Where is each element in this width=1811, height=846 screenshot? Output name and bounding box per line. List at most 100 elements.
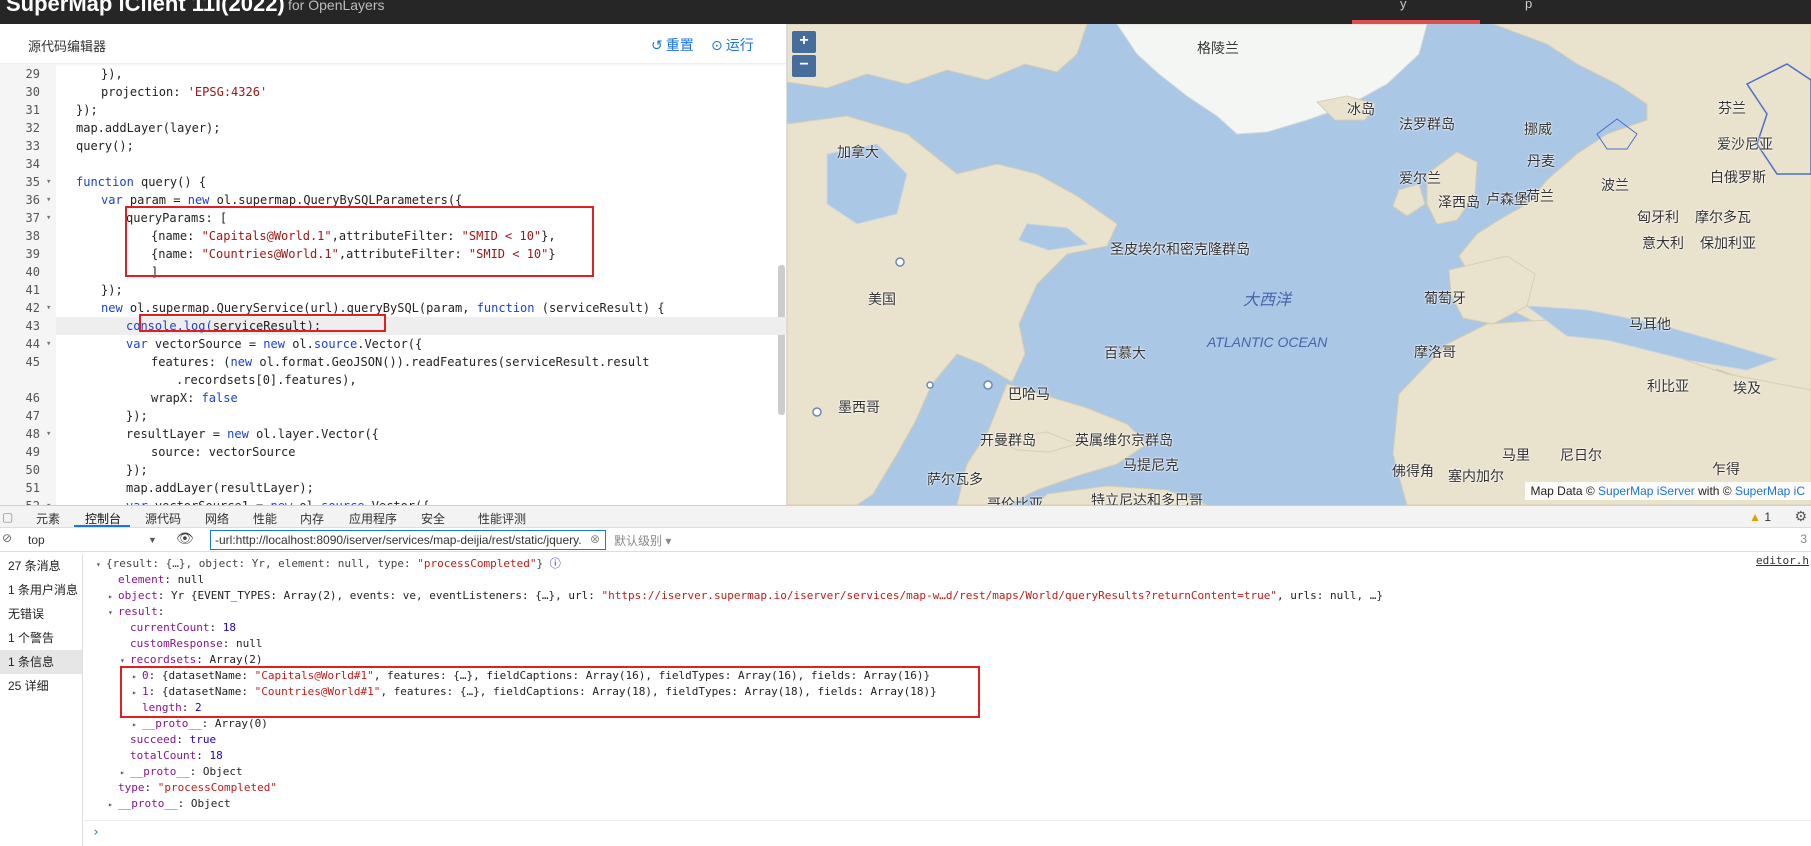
code-text: function query() {: [68, 173, 206, 191]
console-filter-item[interactable]: 无错误: [0, 602, 82, 626]
header-tab-active[interactable]: y: [1400, 0, 1407, 11]
app-subtitle: for OpenLayers: [288, 0, 385, 13]
clear-filter-icon[interactable]: ⊗: [590, 532, 600, 546]
code-text: var vectorSource = new ol.source.Vector(…: [68, 335, 422, 353]
console-filter-item[interactable]: 27 条消息: [0, 554, 82, 578]
header-tab[interactable]: p: [1525, 0, 1532, 11]
eye-icon[interactable]: 👁: [176, 530, 194, 547]
code-line: 42▾new ol.supermap.QueryService(url).que…: [0, 299, 787, 317]
devtools-tabbar: ▢ 元素 控制台 源代码 网络 性能 内存 应用程序 安全 性能评测 ▲ 1 ⚙: [0, 506, 1811, 528]
console-line[interactable]: ▾{result: {…}, object: Yr, element: null…: [84, 556, 1811, 572]
console-line[interactable]: element: null: [84, 572, 1811, 588]
tab-memory[interactable]: 内存: [300, 510, 324, 527]
console-filter-item[interactable]: 25 详细: [0, 674, 82, 698]
map-label-colombia: 哥伦比亚: [987, 494, 1043, 505]
map-view[interactable]: + − 大西洋 ATLANTIC OCEAN Map Data © SuperM…: [787, 24, 1811, 505]
inspect-icon[interactable]: ▢: [2, 510, 13, 524]
code-line: 34: [0, 155, 787, 173]
console-line[interactable]: ▸__proto__: Array(0): [84, 716, 1811, 732]
fold-toggle-icon[interactable]: ▾: [46, 299, 56, 317]
line-number: 32: [0, 119, 56, 137]
code-line: 44▾var vectorSource = new ol.source.Vect…: [0, 335, 787, 353]
map-label-bulgaria: 保加利亚: [1700, 233, 1756, 253]
run-button[interactable]: ⊙ 运行: [711, 35, 754, 55]
console-token: 2: [195, 701, 202, 714]
fold-toggle-icon[interactable]: ▾: [46, 425, 56, 443]
console-line[interactable]: ▾result:: [84, 604, 1811, 620]
expand-toggle-icon[interactable]: ▸: [120, 765, 130, 781]
code-token: ol.supermap.QueryBySQLParameters({: [209, 193, 462, 207]
console-line[interactable]: totalCount: 18: [84, 748, 1811, 764]
fold-toggle-icon[interactable]: ▾: [46, 335, 56, 353]
fold-toggle-icon[interactable]: ▾: [46, 173, 56, 191]
tab-performance[interactable]: 性能: [253, 510, 277, 527]
console-line[interactable]: ▾recordsets: Array(2): [84, 652, 1811, 668]
console-line[interactable]: ▸__proto__: Object: [84, 796, 1811, 812]
code-token: ol.supermap.QueryService(url).queryBySQL…: [123, 301, 477, 315]
console-line[interactable]: ▸object: Yr {EVENT_TYPES: Array(2), even…: [84, 588, 1811, 604]
console-line[interactable]: succeed: true: [84, 732, 1811, 748]
map-label-martinique: 马提尼克: [1123, 455, 1179, 475]
console-line[interactable]: customResponse: null: [84, 636, 1811, 652]
code-token: new: [230, 355, 252, 369]
tab-lighthouse[interactable]: 性能评测: [478, 510, 526, 527]
map-label-estonia: 爱沙尼亚: [1717, 134, 1773, 154]
console-filter-item[interactable]: 1 个警告: [0, 626, 82, 650]
tab-network[interactable]: 网络: [205, 510, 229, 527]
tab-sources[interactable]: 源代码: [145, 510, 181, 527]
code-line: 31});: [0, 101, 787, 119]
fold-toggle-icon[interactable]: ▾: [46, 191, 56, 209]
console-line[interactable]: ▸__proto__: Object: [84, 764, 1811, 780]
warning-counter[interactable]: ▲ 1: [1749, 510, 1771, 524]
console-filter-item[interactable]: 1 条信息: [0, 650, 82, 674]
code-line: 46wrapX: false: [0, 389, 787, 407]
zoom-in-button[interactable]: +: [792, 31, 816, 53]
expand-toggle-icon[interactable]: ▸: [108, 589, 118, 605]
spacer: [120, 733, 130, 749]
code-area[interactable]: 29}),30projection: 'EPSG:4326'31});32map…: [0, 65, 787, 505]
expand-toggle-icon[interactable]: ▾: [96, 557, 106, 573]
map-label-guinea: 塞内加尔: [1448, 466, 1504, 486]
tab-security[interactable]: 安全: [421, 510, 445, 527]
code-token: });: [76, 103, 98, 117]
gear-icon[interactable]: ⚙: [1794, 508, 1807, 525]
code-text: queryParams: [: [68, 209, 227, 227]
fold-toggle-icon[interactable]: ▾: [46, 497, 56, 505]
console-output[interactable]: editor.h ▾{result: {…}, object: Yr, elem…: [84, 554, 1811, 846]
clear-console-icon[interactable]: ⊘: [2, 531, 12, 545]
code-token: (serviceResult) {: [535, 301, 665, 315]
attribution-link-iserver[interactable]: SuperMap iServer: [1598, 484, 1695, 498]
map-label-mali: 马里: [1502, 445, 1530, 465]
map-label-cayman: 开曼群岛: [980, 430, 1036, 450]
code-token: new: [227, 427, 249, 441]
console-prompt[interactable]: ›: [92, 825, 100, 840]
code-token: source: [314, 337, 357, 351]
zoom-out-button[interactable]: −: [792, 55, 816, 77]
console-line[interactable]: type: "processCompleted": [84, 780, 1811, 796]
map-label-canada: 加拿大: [837, 142, 879, 162]
context-selector[interactable]: top: [22, 531, 162, 549]
console-line[interactable]: currentCount: 18: [84, 620, 1811, 636]
attribution-link-iclient[interactable]: SuperMap iC: [1735, 484, 1805, 498]
console-token: {result: {…}, object: Yr, element: null,…: [106, 557, 417, 570]
tab-application[interactable]: 应用程序: [349, 510, 397, 527]
console-line[interactable]: ▸1: {datasetName: "Countries@World#1", f…: [84, 684, 1811, 700]
log-levels-dropdown[interactable]: 默认级别 ▾: [614, 532, 671, 549]
expand-toggle-icon[interactable]: ▸: [132, 717, 142, 733]
map-label-finland: 芬兰: [1718, 98, 1746, 118]
ocean-label-cn: 大西洋: [1243, 286, 1291, 310]
expand-toggle-icon[interactable]: ▸: [132, 669, 142, 685]
console-line[interactable]: ▸0: {datasetName: "Capitals@World#1", fe…: [84, 668, 1811, 684]
map-label-bermuda: 百慕大: [1104, 343, 1146, 363]
expand-toggle-icon[interactable]: ▸: [132, 685, 142, 701]
fold-toggle-icon[interactable]: ▾: [46, 209, 56, 227]
tab-elements[interactable]: 元素: [36, 510, 60, 527]
filter-input[interactable]: -url:http://localhost:8090/iserver/servi…: [210, 530, 606, 550]
console-line[interactable]: length: 2: [84, 700, 1811, 716]
expand-toggle-icon[interactable]: ▸: [108, 797, 118, 813]
code-token: ol.format.GeoJSON()).readFeatures(servic…: [252, 355, 649, 369]
expand-toggle-icon[interactable]: ▾: [120, 653, 130, 669]
reset-button[interactable]: ↺ 重置: [651, 35, 694, 55]
console-filter-item[interactable]: 1 条用户消息: [0, 578, 82, 602]
expand-toggle-icon[interactable]: ▾: [108, 605, 118, 621]
